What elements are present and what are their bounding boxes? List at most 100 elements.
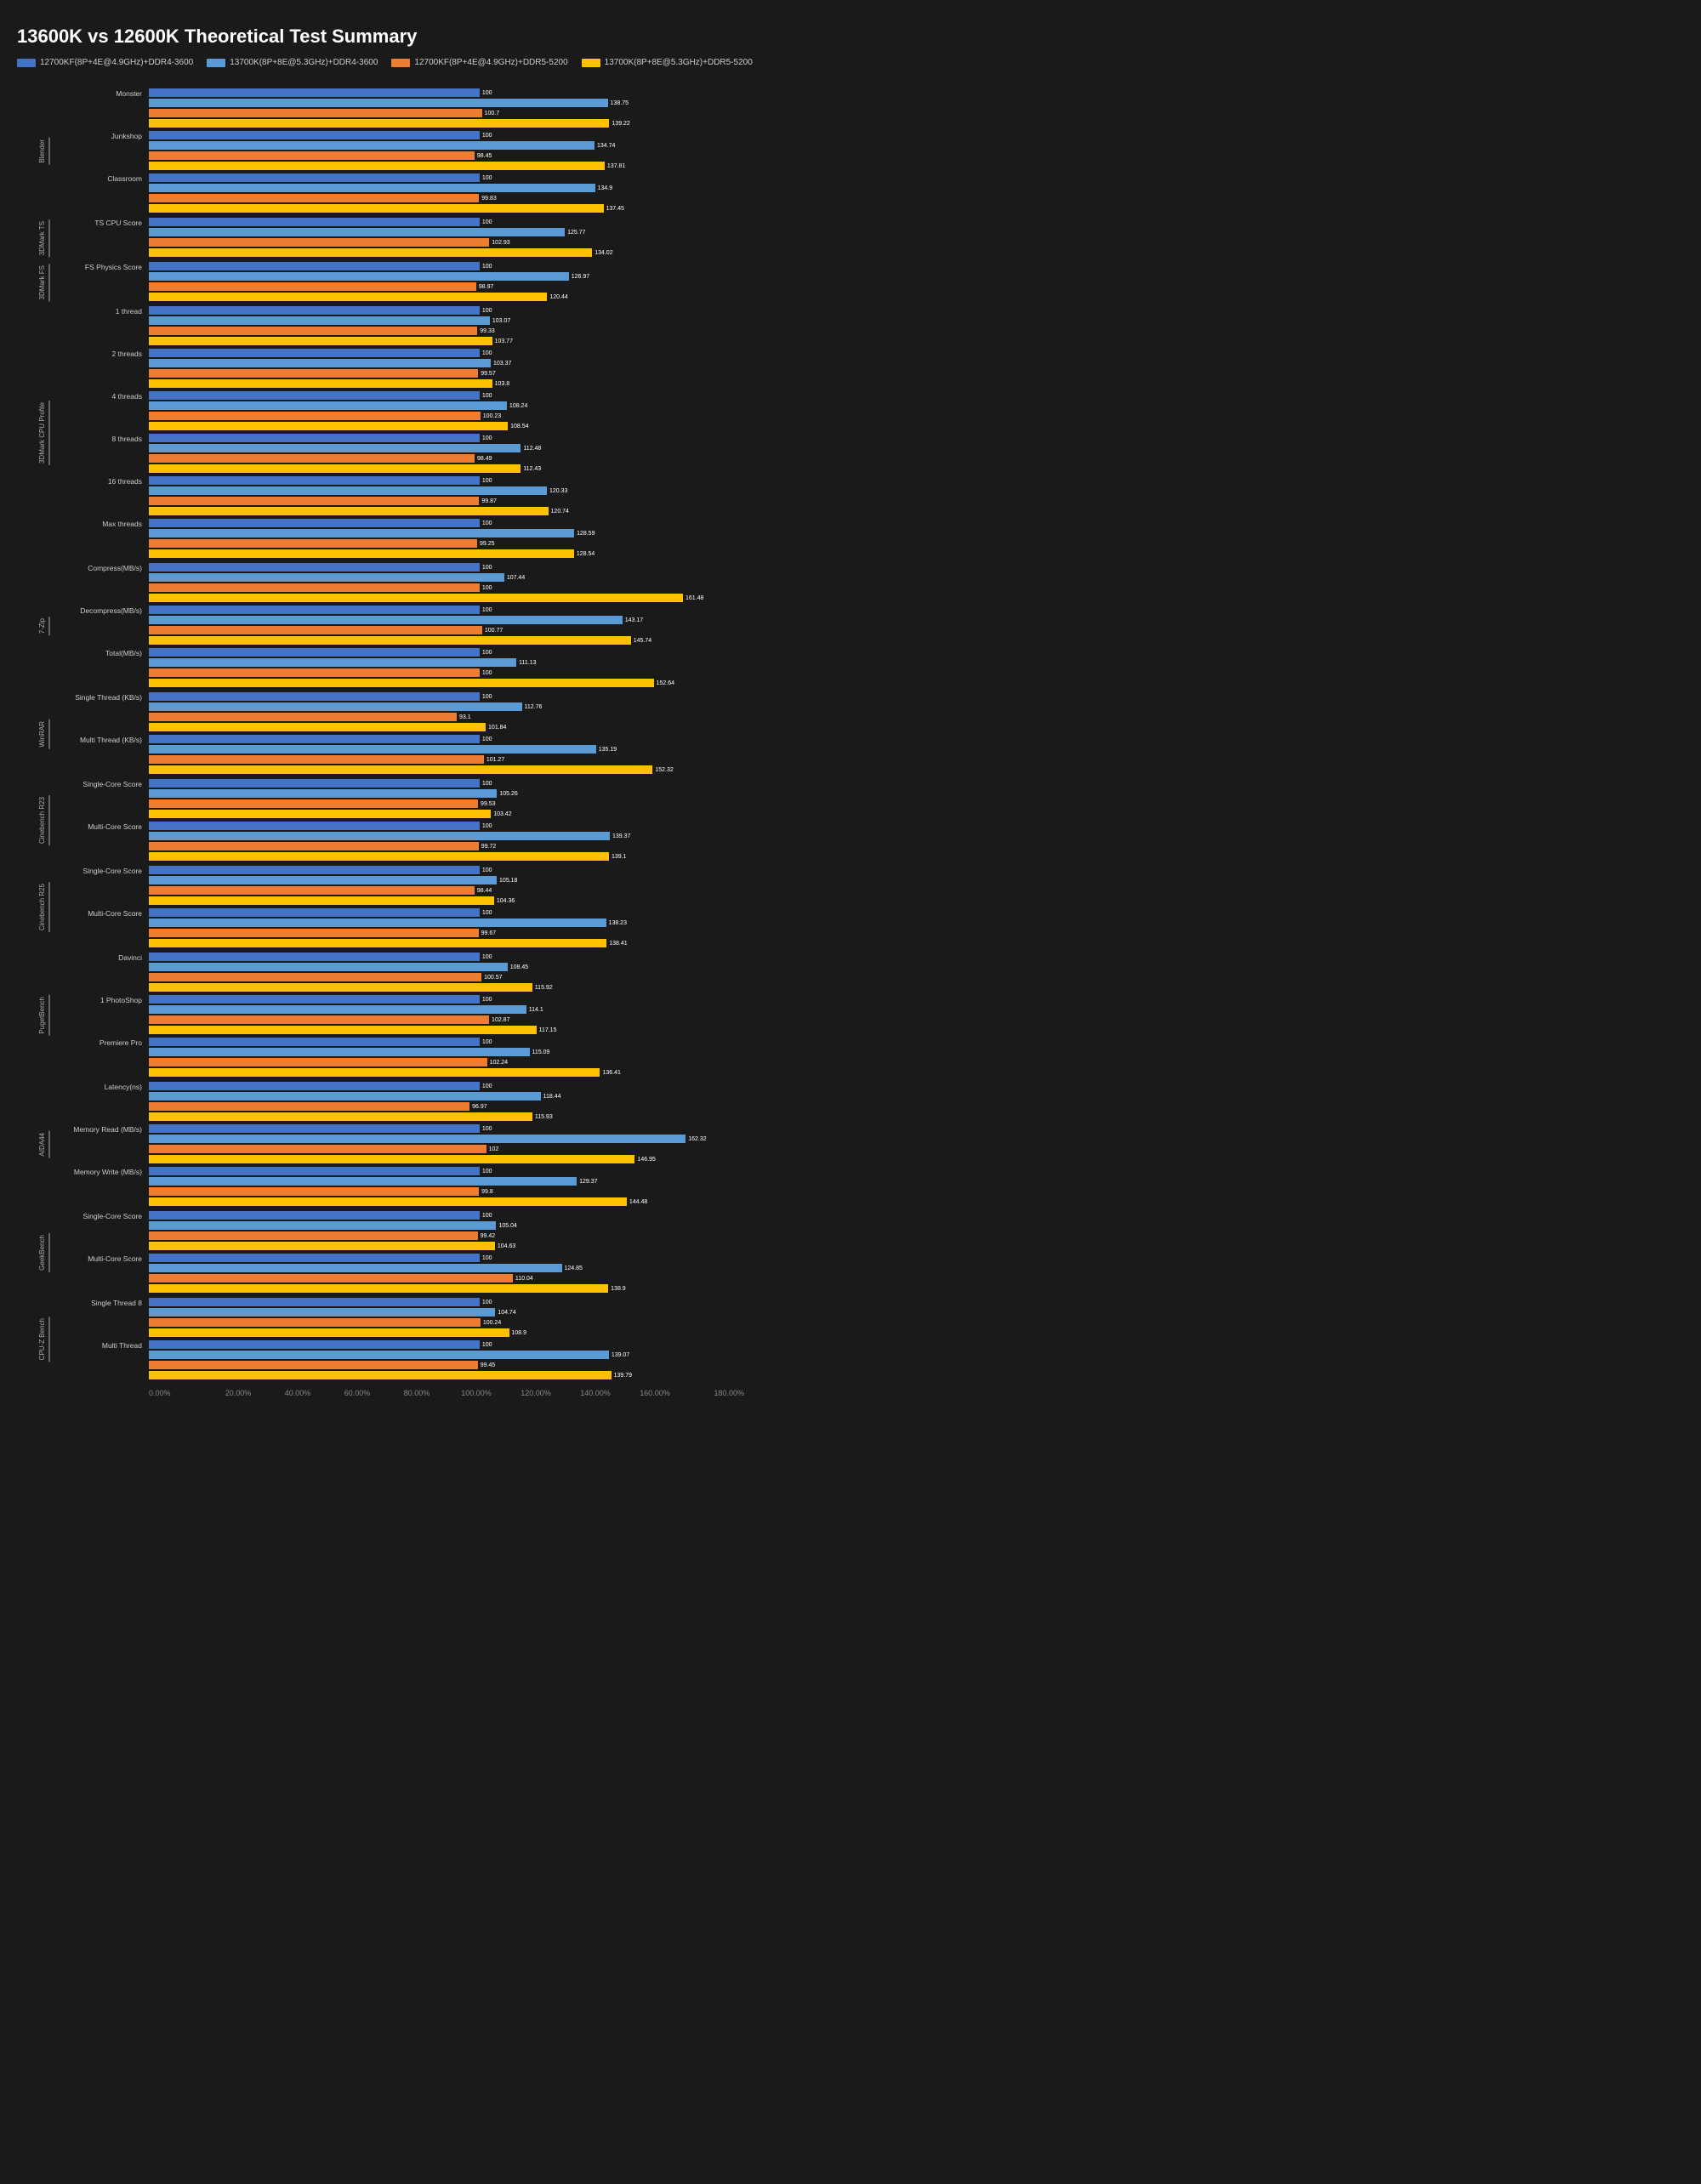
- item-bars-3-3: 100112.4898.49112.43: [149, 433, 799, 474]
- bar-pct-7-1-2: 99.67: [481, 930, 497, 936]
- item-name-4-1: Decompress(MB/s): [53, 605, 149, 616]
- section-items-3: 1 thread100103.0799.33103.772 threads100…: [53, 305, 799, 560]
- bar-pct-6-1-2: 99.72: [481, 844, 497, 850]
- bar-fill-3-1-3: [149, 379, 492, 388]
- bar-fill-8-0-0: [149, 953, 480, 961]
- bar-fill-8-2-0: [149, 1038, 480, 1046]
- item-11-1: Multi Thread100139.0799.45139.79: [53, 1339, 799, 1380]
- bar-pct-9-1-1: 162.32: [688, 1136, 706, 1142]
- bar-pct-7-0-0: 100: [482, 867, 492, 873]
- bar-fill-3-2-2: [149, 412, 481, 420]
- bar-pct-6-0-3: 103.42: [493, 811, 511, 817]
- section-items-8: Davinci100108.45100.57115.921 PhotoShop1…: [53, 952, 799, 1079]
- bar-pct-4-2-0: 100: [482, 650, 492, 656]
- bar-pct-4-1-0: 100: [482, 607, 492, 613]
- item-bars-6-0: 100105.2699.53103.42: [149, 778, 799, 819]
- bar-pct-0-2-2: 99.83: [481, 196, 497, 202]
- bar-row-5-0-2: 93.1: [149, 713, 799, 721]
- item-bars-0-1: 100134.7498.45137.81: [149, 130, 799, 171]
- bar-row-5-0-3: 101.84: [149, 723, 799, 731]
- bar-fill-11-0-3: [149, 1328, 509, 1337]
- bar-row-10-0-2: 99.42: [149, 1231, 799, 1240]
- bar-row-11-1-3: 139.79: [149, 1371, 799, 1379]
- bar-fill-4-0-0: [149, 563, 480, 572]
- bar-row-0-2-3: 137.45: [149, 204, 799, 213]
- item-name-6-1: Multi-Core Score: [53, 821, 149, 832]
- bar-row-6-0-0: 100: [149, 779, 799, 788]
- bar-row-3-3-2: 98.49: [149, 454, 799, 463]
- bar-fill-0-2-1: [149, 184, 595, 192]
- section-label-text-9: AIDA44: [36, 1131, 50, 1158]
- legend: 12700KF(8P+4E@4.9GHz)+DDR4-3600 13700K(8…: [17, 58, 799, 67]
- bar-row-4-1-2: 100.77: [149, 626, 799, 634]
- item-9-0: Latency(ns)100118.4496.97115.93: [53, 1081, 799, 1122]
- bar-row-9-2-2: 99.8: [149, 1187, 799, 1196]
- bar-pct-5-0-2: 93.1: [459, 714, 471, 720]
- bar-fill-3-0-3: [149, 337, 492, 345]
- bar-pct-3-1-3: 103.8: [495, 381, 510, 387]
- bar-row-11-1-0: 100: [149, 1340, 799, 1349]
- bar-fill-10-0-3: [149, 1242, 495, 1250]
- bar-row-7-1-2: 99.67: [149, 929, 799, 937]
- bar-row-0-1-1: 134.74: [149, 141, 799, 150]
- bar-row-10-0-3: 104.63: [149, 1242, 799, 1250]
- bar-row-3-1-3: 103.8: [149, 379, 799, 388]
- bar-fill-4-2-3: [149, 679, 654, 687]
- item-name-10-0: Single-Core Score: [53, 1210, 149, 1221]
- section-label-text-1: 3DMark TS: [36, 219, 50, 257]
- bar-row-3-5-2: 99.25: [149, 539, 799, 548]
- bar-row-8-0-1: 108.45: [149, 963, 799, 971]
- bar-fill-9-0-0: [149, 1082, 480, 1090]
- legend-item-2: 13700K(8P+8E@5.3GHz)+DDR4-3600: [207, 58, 378, 67]
- bar-pct-6-0-2: 99.53: [481, 801, 496, 807]
- bar-pct-3-1-2: 99.57: [481, 371, 496, 377]
- item-bars-4-1: 100143.17100.77145.74: [149, 605, 799, 646]
- bar-pct-3-3-0: 100: [482, 435, 492, 441]
- bar-row-10-1-0: 100: [149, 1254, 799, 1262]
- bar-row-3-4-1: 120.33: [149, 486, 799, 495]
- bar-pct-4-0-3: 161.48: [686, 595, 703, 601]
- legend-label-4: 13700K(8P+8E@5.3GHz)+DDR5-5200: [605, 58, 753, 67]
- item-4-0: Compress(MB/s)100107.44100161.48: [53, 562, 799, 603]
- item-name-0-2: Classroom: [53, 173, 149, 184]
- bar-row-5-0-1: 112.76: [149, 702, 799, 711]
- section-label-9: AIDA44: [17, 1081, 53, 1209]
- bar-pct-2-0-3: 120.44: [549, 294, 567, 300]
- bar-pct-9-2-3: 144.48: [629, 1199, 647, 1205]
- bar-row-4-0-1: 107.44: [149, 573, 799, 582]
- x-tick-6: 120.00%: [506, 1389, 566, 1397]
- item-bars-3-5: 100128.5999.25128.54: [149, 518, 799, 559]
- bar-fill-4-2-0: [149, 648, 480, 657]
- bar-row-1-0-1: 125.77: [149, 228, 799, 236]
- bar-pct-3-2-3: 108.54: [510, 424, 528, 429]
- section-label-text-2: 3DMark FS: [36, 264, 50, 301]
- bar-fill-6-0-3: [149, 810, 491, 818]
- bar-pct-10-1-1: 124.85: [565, 1265, 583, 1271]
- bar-row-4-2-0: 100: [149, 648, 799, 657]
- bar-fill-1-0-0: [149, 218, 480, 226]
- bar-row-8-2-1: 115.09: [149, 1048, 799, 1056]
- legend-item-1: 12700KF(8P+4E@4.9GHz)+DDR4-3600: [17, 58, 193, 67]
- bar-row-3-0-2: 99.33: [149, 327, 799, 335]
- bar-pct-3-2-1: 108.24: [509, 403, 527, 409]
- section-items-2: FS Physics Score100126.9798.97120.44: [53, 261, 799, 304]
- item-bars-11-0: 100104.74100.24108.9: [149, 1297, 799, 1338]
- legend-label-1: 12700KF(8P+4E@4.9GHz)+DDR4-3600: [40, 58, 193, 67]
- bar-pct-0-0-2: 100.7: [485, 111, 500, 117]
- section-label-text-4: 7-Zip: [36, 617, 50, 635]
- bar-pct-8-0-2: 100.57: [484, 975, 502, 981]
- bar-fill-1-0-2: [149, 238, 489, 247]
- bar-fill-0-2-0: [149, 173, 480, 182]
- section-3: 3DMark CPU Profile1 thread100103.0799.33…: [17, 305, 799, 560]
- item-bars-4-0: 100107.44100161.48: [149, 562, 799, 603]
- item-bars-4-2: 100111.13100152.64: [149, 647, 799, 688]
- bar-pct-4-2-1: 111.13: [519, 660, 536, 666]
- bar-pct-7-0-1: 105.18: [499, 878, 517, 884]
- bar-pct-3-5-0: 100: [482, 520, 492, 526]
- bar-pct-9-0-1: 118.44: [543, 1094, 561, 1100]
- bar-row-8-0-3: 115.92: [149, 983, 799, 992]
- bar-fill-8-1-0: [149, 995, 480, 1004]
- bar-fill-6-1-1: [149, 832, 610, 840]
- bar-row-9-0-0: 100: [149, 1082, 799, 1090]
- bar-row-7-0-3: 104.36: [149, 896, 799, 905]
